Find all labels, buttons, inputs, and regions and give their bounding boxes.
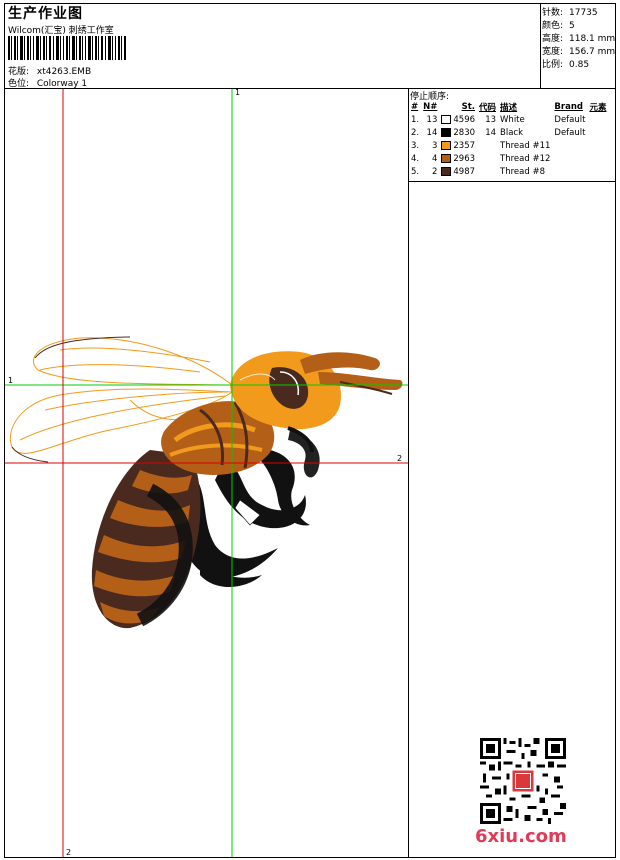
stop-element: [587, 126, 608, 139]
stop-brand: [552, 139, 587, 152]
stop-element: [587, 113, 608, 126]
stop-brand: [552, 165, 587, 178]
col-code: 代码: [479, 102, 497, 113]
stop-stitches: 2830: [453, 127, 476, 138]
info-value: 118.1 mm: [569, 34, 616, 44]
stop-index: 2.: [411, 127, 420, 138]
col-index: #: [411, 101, 419, 112]
panel-divider: [408, 88, 409, 858]
color-swatch: [441, 153, 452, 163]
stop-code: 14: [485, 127, 497, 138]
stop-description: Thread #11: [500, 140, 551, 151]
stop-row: 4. 4 2963 Thread #12: [409, 152, 608, 165]
stop-row: 5. 2 4987 Thread #8: [409, 165, 608, 178]
stop-index: 1.: [411, 114, 420, 125]
color-swatch: [441, 166, 452, 176]
stop-stitches: 2963: [453, 153, 476, 164]
stop-description: Black: [500, 127, 524, 138]
info-row: 宽度: 156.7 mm: [542, 44, 615, 57]
info-row: 针数: 17735: [542, 5, 598, 18]
info-row: 高度: 118.1 mm: [542, 31, 615, 44]
stop-code: [477, 152, 498, 165]
info-value: 5: [569, 21, 575, 31]
green-axis-label-top: 1: [235, 88, 241, 97]
watermark: 6xiu.com: [475, 826, 567, 847]
col-brand: Brand: [554, 101, 583, 112]
stop-index: 3.: [411, 140, 420, 151]
stop-needle: 13: [426, 114, 438, 125]
red-axis-label-right: 2: [397, 454, 403, 463]
stop-index: 5.: [411, 166, 420, 177]
stop-stitches-cell: 4596: [439, 113, 477, 126]
stop-description: Thread #12: [500, 153, 551, 164]
stop-brand: Default: [554, 114, 586, 125]
stop-sequence-header: # N# St. 代码 描述 Brand 元素: [409, 100, 608, 113]
stop-code: [477, 165, 498, 178]
info-label: 颜色:: [542, 21, 564, 31]
stop-row: 3. 3 2357 Thread #11: [409, 139, 608, 152]
stop-code: 13: [485, 114, 497, 125]
stop-sequence-table: # N# St. 代码 描述 Brand 元素 1. 13 4596 13 White D…: [409, 100, 608, 178]
stop-stitches-cell: 2963: [439, 152, 477, 165]
document-subtitle: Wilcom(汇宝) 刺绣工作室: [8, 26, 114, 36]
header-divider: [540, 3, 541, 88]
stop-description: White: [500, 114, 525, 125]
green-axis-label-left: 1: [8, 376, 14, 385]
stop-row: 2. 14 2830 14 Black Default: [409, 126, 608, 139]
info-value: 0.85: [569, 60, 590, 70]
col-needle: N#: [423, 101, 438, 112]
info-value: 156.7 mm: [569, 47, 616, 57]
col-stitches: St.: [461, 101, 476, 112]
stop-stitches-cell: 2357: [439, 139, 477, 152]
embroidery-design: [5, 89, 408, 857]
stop-element: [587, 139, 608, 152]
stop-row: 1. 13 4596 13 White Default: [409, 113, 608, 126]
stop-element: [587, 165, 608, 178]
stop-index: 4.: [411, 153, 420, 164]
stop-brand: Default: [554, 127, 586, 138]
stop-code: [477, 139, 498, 152]
stop-needle: 14: [426, 127, 438, 138]
barcode: [8, 36, 126, 60]
stop-stitches-cell: 2830: [439, 126, 477, 139]
stop-element: [587, 152, 608, 165]
document-title: 生产作业图: [8, 6, 83, 22]
stop-needle: 3: [431, 140, 438, 151]
red-axis-label-bottom: 2: [66, 848, 72, 857]
stop-brand: [552, 152, 587, 165]
color-swatch: [441, 114, 452, 124]
info-label: 高度:: [542, 34, 564, 44]
info-label: 宽度:: [542, 47, 564, 57]
color-swatch: [441, 140, 452, 150]
stop-stitches: 2357: [453, 140, 476, 151]
stop-stitches: 4596: [453, 114, 476, 125]
color-swatch: [441, 127, 452, 137]
info-row: 比例: 0.85: [542, 57, 589, 70]
info-row: 颜色: 5: [542, 18, 575, 31]
col-element: 元素: [589, 102, 607, 113]
info-value: 17735: [569, 8, 598, 18]
info-label: 比例:: [542, 60, 564, 70]
stop-needle: 2: [431, 166, 438, 177]
info-label: 针数:: [542, 8, 564, 18]
bee-abdomen: [91, 450, 201, 629]
stop-description: Thread #8: [500, 166, 545, 177]
stop-sequence-bottom-divider: [408, 181, 616, 182]
stop-needle: 4: [431, 153, 438, 164]
col-description: 描述: [500, 102, 518, 113]
stop-stitches-cell: 4987: [439, 165, 477, 178]
qr-code: [480, 738, 566, 824]
stop-stitches: 4987: [453, 166, 476, 177]
